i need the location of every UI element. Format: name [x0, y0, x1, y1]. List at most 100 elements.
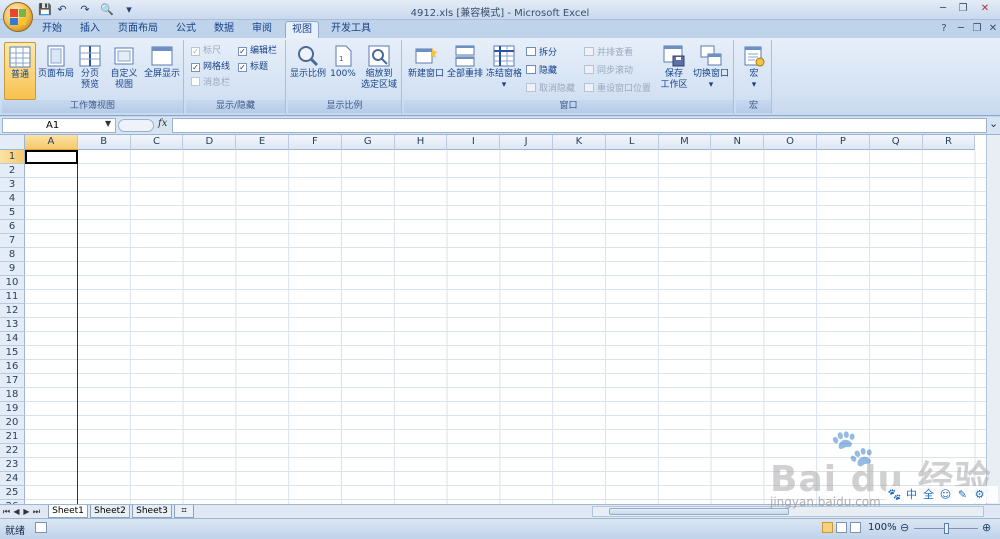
horizontal-scroll-thumb[interactable]	[609, 508, 789, 515]
row-header-4[interactable]: 4	[0, 192, 25, 206]
first-sheet-icon[interactable]: ⏮	[2, 506, 11, 517]
column-header-k[interactable]: K	[553, 135, 606, 150]
ime-emoji-icon[interactable]: ☺	[937, 486, 954, 503]
zoom-button[interactable]: 显示比例	[290, 42, 326, 100]
column-header-q[interactable]: Q	[869, 135, 923, 150]
save-workspace-button[interactable]: 保存 工作区	[658, 42, 690, 100]
page-layout-status-icon[interactable]	[836, 522, 847, 533]
zoom-out-icon[interactable]: ⊖	[900, 521, 909, 534]
expand-formula-bar-icon[interactable]: ⌄	[989, 117, 998, 130]
zoom-to-selection-button[interactable]: 缩放到 选定区域	[360, 42, 398, 100]
tab-view[interactable]: 视图	[285, 21, 319, 38]
row-header-5[interactable]: 5	[0, 206, 25, 220]
sheet-tab-sheet1[interactable]: Sheet1	[48, 505, 88, 518]
name-box[interactable]: A1	[2, 118, 116, 133]
prev-sheet-icon[interactable]: ◀	[12, 506, 21, 517]
row-header-14[interactable]: 14	[0, 332, 25, 346]
column-header-i[interactable]: I	[447, 135, 501, 150]
row-header-7[interactable]: 7	[0, 234, 25, 248]
row-header-23[interactable]: 23	[0, 458, 25, 472]
row-header-24[interactable]: 24	[0, 472, 25, 486]
close-button[interactable]: ✕	[977, 2, 993, 16]
formula-input[interactable]	[172, 118, 987, 133]
macros-button[interactable]: 宏 ▾	[740, 42, 768, 100]
zoom-in-icon[interactable]: ⊕	[982, 521, 991, 534]
ime-pen-icon[interactable]: ✎	[954, 486, 971, 503]
row-header-6[interactable]: 6	[0, 220, 25, 234]
ruler-checkbox[interactable]: ✓ 标尺	[191, 45, 221, 58]
row-header-22[interactable]: 22	[0, 444, 25, 458]
zoom-100-button[interactable]: 1 100%	[330, 42, 356, 100]
row-header-2[interactable]: 2	[0, 164, 25, 178]
row-header-21[interactable]: 21	[0, 430, 25, 444]
row-header-25[interactable]: 25	[0, 486, 25, 500]
split-button[interactable]: 拆分	[526, 46, 557, 60]
column-header-j[interactable]: J	[500, 135, 553, 150]
tab-review[interactable]: 审阅	[248, 21, 276, 38]
normal-view-status-icon[interactable]	[822, 522, 833, 533]
column-header-b[interactable]: B	[77, 135, 131, 150]
reset-position-button[interactable]: 重设窗口位置	[584, 82, 651, 96]
next-sheet-icon[interactable]: ▶	[22, 506, 31, 517]
row-header-9[interactable]: 9	[0, 262, 25, 276]
tab-data[interactable]: 数据	[210, 21, 238, 38]
column-header-n[interactable]: N	[711, 135, 765, 150]
row-header-1[interactable]: 1	[0, 150, 25, 164]
vertical-scrollbar[interactable]	[986, 135, 1000, 504]
insert-sheet-icon[interactable]: ⌗	[174, 505, 194, 518]
row-header-8[interactable]: 8	[0, 248, 25, 262]
workbook-close-button[interactable]: ✕	[985, 22, 1000, 36]
new-window-button[interactable]: 新建窗口	[406, 42, 446, 100]
gridlines-checkbox[interactable]: ✓ 网格线	[191, 61, 230, 74]
tab-home[interactable]: 开始	[38, 21, 66, 38]
row-header-15[interactable]: 15	[0, 346, 25, 360]
row-header-19[interactable]: 19	[0, 402, 25, 416]
name-box-dropdown-icon[interactable]: ▼	[105, 119, 111, 128]
column-header-p[interactable]: P	[817, 135, 870, 150]
custom-views-button[interactable]: 自定义 视图	[108, 42, 140, 100]
normal-view-button[interactable]: 普通	[4, 42, 36, 100]
row-header-20[interactable]: 20	[0, 416, 25, 430]
formula-bar-toggle[interactable]	[118, 119, 154, 132]
ime-paw-icon[interactable]: 🐾	[886, 486, 903, 503]
formula-bar-checkbox[interactable]: ✓ 编辑栏	[238, 45, 277, 58]
select-all-corner[interactable]	[0, 135, 25, 150]
switch-windows-button[interactable]: 切换窗口 ▾	[692, 42, 730, 100]
row-header-11[interactable]: 11	[0, 290, 25, 304]
sheet-tab-sheet3[interactable]: Sheet3	[132, 505, 172, 518]
column-header-l[interactable]: L	[605, 135, 659, 150]
row-header-16[interactable]: 16	[0, 360, 25, 374]
sync-scroll-button[interactable]: 同步滚动	[584, 64, 633, 78]
insert-function-icon[interactable]: fx	[158, 118, 167, 129]
column-header-d[interactable]: D	[183, 135, 237, 150]
column-header-h[interactable]: H	[394, 135, 448, 150]
side-by-side-button[interactable]: 并排查看	[584, 46, 633, 60]
column-header-f[interactable]: F	[289, 135, 342, 150]
tab-formulas[interactable]: 公式	[172, 21, 200, 38]
row-header-18[interactable]: 18	[0, 388, 25, 402]
message-bar-checkbox[interactable]: 消息栏	[191, 77, 230, 90]
row-header-13[interactable]: 13	[0, 318, 25, 332]
zoom-slider-thumb[interactable]	[944, 523, 949, 534]
row-header-12[interactable]: 12	[0, 304, 25, 318]
row-header-17[interactable]: 17	[0, 374, 25, 388]
unhide-window-button[interactable]: 取消隐藏	[526, 82, 575, 96]
hide-window-button[interactable]: 隐藏	[526, 64, 557, 78]
page-break-preview-button[interactable]: 分页 预览	[76, 42, 104, 100]
help-icon[interactable]: ?	[936, 22, 952, 36]
office-button[interactable]	[3, 2, 33, 32]
arrange-all-button[interactable]: 全部重排	[446, 42, 484, 100]
freeze-panes-button[interactable]: 冻结窗格 ▾	[486, 42, 522, 100]
fullscreen-button[interactable]: 全屏显示	[142, 42, 182, 100]
column-header-c[interactable]: C	[130, 135, 184, 150]
minimize-button[interactable]: ─	[935, 2, 951, 16]
sheet-tab-sheet2[interactable]: Sheet2	[90, 505, 130, 518]
column-header-e[interactable]: E	[236, 135, 289, 150]
active-cell-a1[interactable]	[25, 150, 78, 164]
workbook-minimize-button[interactable]: ─	[953, 22, 969, 36]
column-header-g[interactable]: G	[341, 135, 395, 150]
column-header-o[interactable]: O	[764, 135, 817, 150]
column-header-r[interactable]: R	[922, 135, 976, 150]
ime-language-toggle[interactable]: 中	[903, 486, 920, 503]
tab-developer[interactable]: 开发工具	[327, 21, 375, 38]
